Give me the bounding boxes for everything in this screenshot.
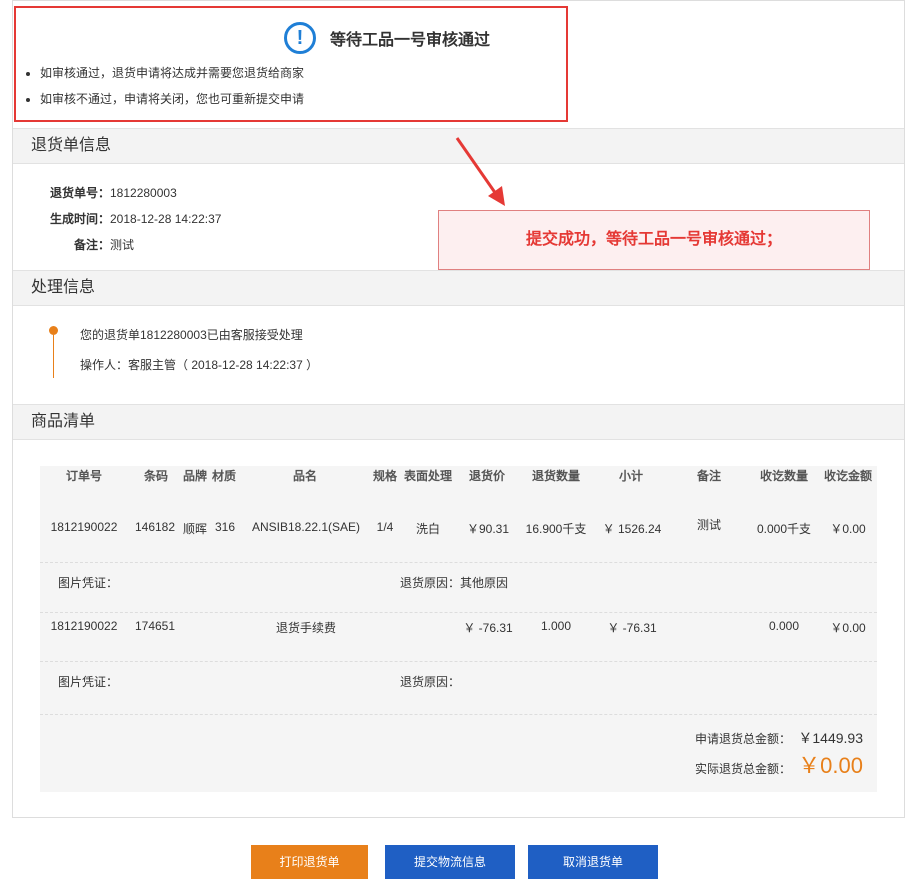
actual-total-label: 实际退货总金额： [694, 762, 791, 776]
return-number-label: 退货单号： [50, 186, 111, 200]
arrow-icon [455, 137, 505, 206]
created-time-row: 生成时间：2018-12-28 14:22:37 [50, 210, 221, 227]
cell-note: 测试 [696, 518, 721, 532]
created-time-label: 生成时间： [50, 212, 111, 226]
notice-line: 如审核不通过，申请将关闭，您也可重新提交申请 [40, 86, 304, 112]
cell-qty: 1.000 [540, 619, 572, 633]
row-divider [40, 612, 877, 613]
return-number-value: 1812280003 [110, 186, 177, 200]
status-notice: ! 等待工品一号审核通过 如审核通过，退货申请将达成并需要您退货给商家 如审核不… [14, 6, 568, 122]
goods-table: 订单号 条码 品牌 材质 品名 规格 表面处理 退货价 退货数量 小计 备注 收… [40, 466, 877, 792]
col-header-brand: 品牌 [182, 469, 207, 483]
cell-qty: 16.900千支 [525, 522, 587, 536]
process-message: 您的退货单1812280003已由客服接受处理 [80, 328, 303, 342]
photo-proof-label: 图片凭证： [58, 576, 119, 590]
remark-row: 备注：测试 [50, 236, 134, 253]
col-header-surface: 表面处理 [403, 469, 452, 483]
notice-title-row: ! 等待工品一号审核通过 [284, 22, 490, 54]
col-header-subtotal: 小计 [618, 469, 643, 483]
success-callout: 提交成功，等待工品一号审核通过； [438, 210, 870, 270]
col-header-price: 退货价 [468, 469, 505, 483]
apply-total-label: 申请退货总金额： [694, 732, 791, 746]
col-header-received-qty: 收讫数量 [759, 469, 808, 483]
cell-barcode: 146182 [134, 520, 176, 534]
notice-list: 如审核通过，退货申请将达成并需要您退货给商家 如审核不通过，申请将关闭，您也可重… [26, 60, 304, 112]
return-number-row: 退货单号：1812280003 [50, 184, 177, 201]
cell-product-name: 退货手续费 [275, 621, 336, 635]
section-goods-heading: 商品清单 [13, 404, 904, 440]
remark-value: 测试 [110, 238, 135, 252]
col-header-name: 品名 [292, 469, 317, 483]
apply-total-value: ￥1449.93 [798, 730, 863, 746]
photo-proof-label: 图片凭证： [58, 675, 119, 689]
cell-spec: 1/4 [376, 520, 394, 534]
cell-order: 1812190022 [50, 619, 118, 633]
return-reason: 退货原因： [400, 675, 461, 689]
cell-subtotal: ￥ 1526.24 [602, 522, 662, 536]
row-divider [40, 661, 877, 662]
row-divider [40, 562, 877, 563]
cell-brand: 顺晖 [182, 522, 207, 536]
timeline-line [53, 335, 54, 378]
col-header-spec: 规格 [372, 469, 397, 483]
cell-surface: 洗白 [415, 522, 440, 536]
created-time-value: 2018-12-28 14:22:37 [110, 212, 222, 226]
notice-line: 如审核通过，退货申请将达成并需要您退货给商家 [40, 60, 304, 86]
print-return-button[interactable]: 打印退货单 [251, 845, 368, 879]
timeline-dot [49, 326, 58, 335]
cell-price: ￥90.31 [466, 522, 510, 536]
process-operator: 操作人：客服主管（ 2018-12-28 14:22:37 ） [80, 358, 319, 372]
col-header-qty: 退货数量 [531, 469, 580, 483]
cell-price: ￥ -76.31 [463, 621, 513, 635]
submit-logistics-button[interactable]: 提交物流信息 [385, 845, 515, 879]
section-process-heading: 处理信息 [13, 270, 904, 306]
cell-received-qty: 0.000 [768, 619, 800, 633]
cell-received-amount: ￥0.00 [830, 522, 866, 536]
actual-total-value: ￥0.00 [798, 753, 863, 778]
exclamation-circle-icon: ! [284, 22, 316, 54]
cancel-return-button[interactable]: 取消退货单 [528, 845, 658, 879]
remark-label: 备注： [73, 238, 110, 252]
col-header-received-amount: 收讫金额 [823, 469, 872, 483]
cell-material: 316 [214, 520, 236, 534]
col-header-note: 备注 [696, 469, 721, 483]
col-header-material: 材质 [211, 469, 236, 483]
cell-barcode: 174651 [134, 619, 176, 633]
cell-received-qty: 0.000千支 [756, 522, 812, 536]
cell-received-amount: ￥0.00 [830, 621, 866, 635]
col-header-order: 订单号 [65, 469, 102, 483]
col-header-barcode: 条码 [143, 469, 168, 483]
cell-order: 1812190022 [50, 520, 118, 534]
cell-product-name: ANSIB18.22.1(SAE) [251, 520, 361, 534]
row-divider [40, 714, 877, 715]
notice-title: 等待工品一号审核通过 [330, 32, 491, 49]
cell-subtotal: ￥ -76.31 [607, 621, 657, 635]
return-reason: 退货原因：其他原因 [400, 576, 509, 590]
